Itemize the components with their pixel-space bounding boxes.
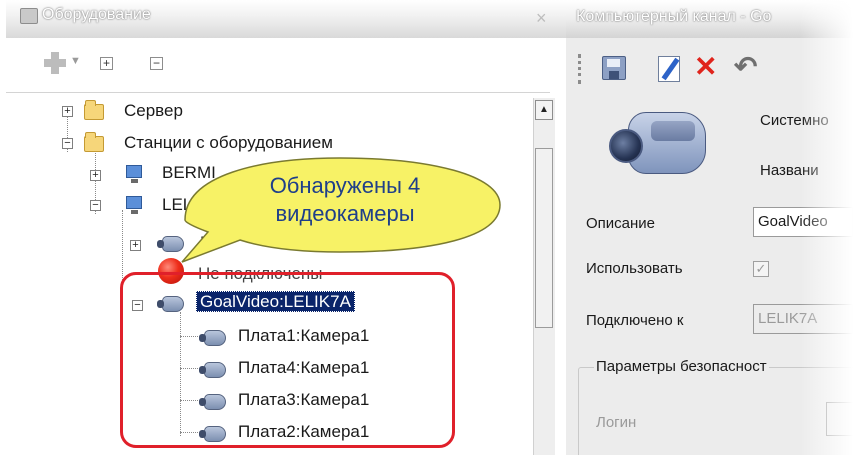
undo-icon[interactable]: ↶ — [734, 53, 757, 81]
use-checkbox[interactable]: ✓ — [753, 261, 769, 277]
equipment-window-title: Оборудование — [42, 6, 151, 23]
computer-icon — [126, 165, 142, 183]
expand-station-toggle[interactable]: + — [90, 170, 101, 181]
tree-item-stations[interactable]: Станции с оборудованием — [124, 133, 333, 153]
tree-item-station-lel[interactable]: LEL — [162, 195, 192, 215]
security-group-label: Параметры безопасност — [594, 358, 769, 375]
computer-icon — [126, 196, 142, 214]
expand-server-toggle[interactable]: + — [62, 106, 73, 117]
equipment-title-bar: Оборудование × — [6, 0, 566, 38]
add-equipment-icon[interactable] — [44, 52, 66, 74]
close-icon[interactable]: × — [536, 8, 547, 29]
callout-text: Обнаружены 4 видеокамеры — [245, 172, 445, 228]
callout-line-2: видеокамеры — [275, 201, 415, 226]
folder-icon — [84, 100, 104, 120]
tree-item-device-da[interactable]: Da — [200, 233, 222, 253]
tree-item-server[interactable]: Сервер — [124, 101, 183, 121]
add-dropdown-icon[interactable]: ▼ — [70, 55, 81, 67]
tree-item-station-bermi[interactable]: BERMI — [162, 163, 216, 183]
equipment-window-icon — [20, 8, 38, 24]
channel-window-title: Компьютерный канал - Go — [576, 8, 772, 25]
cameras-highlight-frame — [120, 272, 455, 448]
edit-icon[interactable] — [658, 56, 680, 82]
toolbar-grip — [578, 54, 581, 84]
collapse-station-toggle[interactable]: − — [90, 200, 101, 211]
expand-all-button[interactable]: + — [100, 57, 113, 70]
collapse-stations-toggle[interactable]: − — [62, 138, 73, 149]
scroll-thumb[interactable] — [535, 148, 553, 328]
delete-icon[interactable]: ✕ — [694, 53, 717, 81]
video-camera-icon — [609, 112, 706, 174]
camera-icon — [157, 236, 184, 252]
save-icon[interactable] — [602, 56, 626, 80]
connected-to-label: Подключено к — [586, 312, 684, 329]
collapse-all-button[interactable]: − — [150, 57, 163, 70]
callout-line-1: Обнаружены 4 — [269, 173, 421, 198]
scroll-up-button[interactable]: ▲ — [535, 100, 553, 120]
use-label: Использовать — [586, 260, 683, 277]
edge-fade — [800, 0, 853, 455]
description-label: Описание — [586, 215, 656, 232]
folder-icon — [84, 132, 104, 152]
login-label: Логин — [596, 414, 637, 431]
expand-device-toggle[interactable]: + — [130, 240, 141, 251]
equipment-toolbar — [6, 38, 566, 92]
